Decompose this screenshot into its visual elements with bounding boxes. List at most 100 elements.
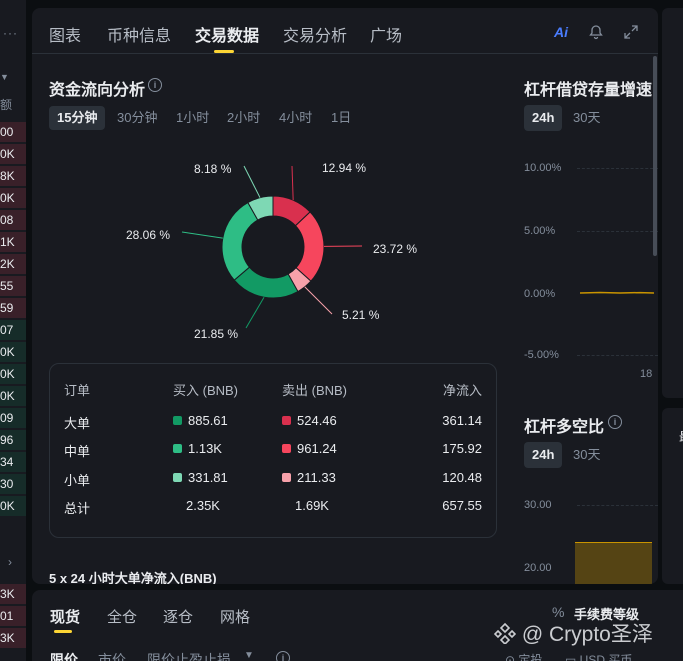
net-value: 657.55 [442, 498, 482, 513]
buy-value: 331.81 [188, 470, 228, 485]
active-tab-indicator [214, 50, 234, 53]
order-book-row[interactable]: 0K [0, 386, 26, 406]
order-book-row[interactable]: 30 [0, 474, 26, 494]
large-order-net-inflow-title: 5 x 24 小时大单净流入(BNB) [49, 571, 217, 584]
info-icon[interactable]: i [148, 78, 162, 92]
order-type-market[interactable]: 市价 [98, 650, 126, 661]
chevron-down-icon[interactable]: ▼ [244, 650, 254, 661]
leader-line [245, 296, 265, 329]
order-book-row[interactable]: 1K [0, 232, 26, 252]
auto-invest-label: 定投 [518, 653, 543, 661]
order-book-row[interactable]: 01 [0, 606, 26, 626]
row-label: 小单 [64, 473, 91, 488]
order-book-strip: ··· ▼ 额 00 0K 8K 0K 08 1K 2K 55 59 07 0K 0K 0K 09 96 34… [0, 0, 26, 661]
watermark-text: @ Crypto圣泽 [521, 623, 653, 646]
order-book-row[interactable]: 3K [0, 584, 26, 604]
buy-cell: 1.13K [173, 441, 222, 456]
sell-value: 1.69K [295, 498, 329, 513]
row-label: 总计 [64, 501, 91, 516]
fund-flow-donut: 12.94 % 23.72 % 5.21 % 21.85 % 28.06 % 8.18 % [126, 161, 417, 341]
gridline [577, 231, 658, 232]
leader-line [243, 165, 261, 198]
sell-cell: 211.33 [282, 470, 336, 485]
tab-square[interactable]: 广场 [370, 22, 402, 46]
tab-grid[interactable]: 网格 [220, 606, 250, 627]
order-book-row[interactable]: 0K [0, 342, 26, 362]
info-icon[interactable]: i [276, 651, 290, 661]
tab-trading-analysis[interactable]: 交易分析 [283, 22, 347, 46]
order-table: 订单 买入 (BNB) 卖出 (BNB) 净流入 大单 885.61 524.4… [49, 363, 497, 538]
tab-trading-data[interactable]: 交易数据 [195, 22, 259, 46]
leverage-30d-button[interactable]: 30天 [565, 105, 608, 131]
sell-cell: 524.46 [282, 413, 337, 428]
donut-label: 5.21 % [342, 308, 380, 322]
auto-invest-link[interactable]: ⊙ 定投 [505, 651, 542, 661]
order-book-row[interactable]: 0K [0, 144, 26, 164]
leader-line [304, 286, 333, 315]
long-short-24h-button[interactable]: 24h [524, 442, 563, 468]
order-book-row[interactable]: 0K [0, 496, 26, 516]
gridline [577, 355, 658, 356]
order-type-stop-limit[interactable]: 限价止盈止损 [147, 650, 231, 661]
order-book-row[interactable]: 08 [0, 210, 26, 230]
y-tick: 5.00% [524, 225, 556, 237]
donut-label: 23.72 % [373, 242, 417, 256]
tab-spot[interactable]: 现货 [50, 606, 80, 627]
legend-swatch [173, 416, 182, 425]
more-icon[interactable]: ··· [3, 26, 18, 40]
fund-flow-title: 资金流向分析 [49, 82, 146, 99]
leader-line [181, 231, 223, 239]
interval-4h[interactable]: 4小时 [271, 106, 320, 130]
buy-crypto-link[interactable]: ▭ USD 买币 [565, 651, 632, 661]
order-book-row[interactable]: 59 [0, 298, 26, 318]
expand-icon[interactable] [621, 22, 641, 42]
donut-label: 21.85 % [194, 327, 238, 341]
y-tick: 0.00% [524, 288, 556, 300]
order-type-limit[interactable]: 限价 [50, 650, 78, 661]
net-value: 120.48 [442, 470, 482, 485]
y-tick: 20.00 [524, 562, 552, 574]
order-book-row[interactable]: 55 [0, 276, 26, 296]
ai-icon[interactable]: Ai [551, 22, 571, 42]
order-book-row[interactable]: 0K [0, 188, 26, 208]
scrollbar[interactable] [653, 56, 657, 256]
order-book-row[interactable]: 8K [0, 166, 26, 186]
order-book-row[interactable]: 0K [0, 364, 26, 384]
right-panel-edge [662, 8, 683, 398]
order-book-row[interactable]: 2K [0, 254, 26, 274]
info-icon[interactable]: i [608, 415, 622, 429]
y-tick: -5.00% [524, 349, 559, 361]
interval-15m[interactable]: 15分钟 [49, 106, 106, 130]
order-book-row[interactable]: 09 [0, 408, 26, 428]
interval-30m[interactable]: 30分钟 [109, 106, 165, 130]
tab-isolated[interactable]: 逐仓 [163, 606, 193, 627]
order-book-row[interactable]: 00 [0, 122, 26, 142]
header-net: 净流入 [442, 383, 482, 398]
caret-down-icon[interactable]: ▼ [0, 72, 9, 82]
tab-cross[interactable]: 全仓 [107, 606, 137, 627]
leverage-growth-line [580, 291, 654, 294]
row-label: 中单 [64, 444, 91, 459]
leverage-24h-button[interactable]: 24h [524, 105, 563, 131]
order-book-row[interactable]: 07 [0, 320, 26, 340]
interval-1d[interactable]: 1日 [323, 106, 359, 130]
donut-slice [221, 201, 259, 281]
tab-chart[interactable]: 图表 [49, 22, 81, 46]
interval-1h[interactable]: 1小时 [168, 106, 217, 130]
order-book-row[interactable]: 96 [0, 430, 26, 450]
long-short-30d-button[interactable]: 30天 [565, 442, 608, 468]
chevron-right-icon[interactable]: › [0, 552, 26, 572]
tab-coin-info[interactable]: 币种信息 [107, 22, 171, 46]
legend-swatch [282, 416, 291, 425]
legend-swatch [173, 444, 182, 453]
long-short-area [575, 542, 652, 584]
main-card: 图表 币种信息 交易数据 交易分析 广场 Ai 资金流向分析 i 15分钟 30… [32, 8, 658, 584]
bell-icon[interactable] [586, 22, 606, 42]
order-book-row[interactable]: 34 [0, 452, 26, 472]
row-label: 大单 [64, 416, 91, 431]
interval-2h[interactable]: 2小时 [219, 106, 268, 130]
sell-value: 524.46 [297, 413, 337, 428]
buy-value: 2.35K [186, 498, 220, 513]
net-value: 175.92 [442, 441, 482, 456]
order-book-row[interactable]: 3K [0, 628, 26, 648]
